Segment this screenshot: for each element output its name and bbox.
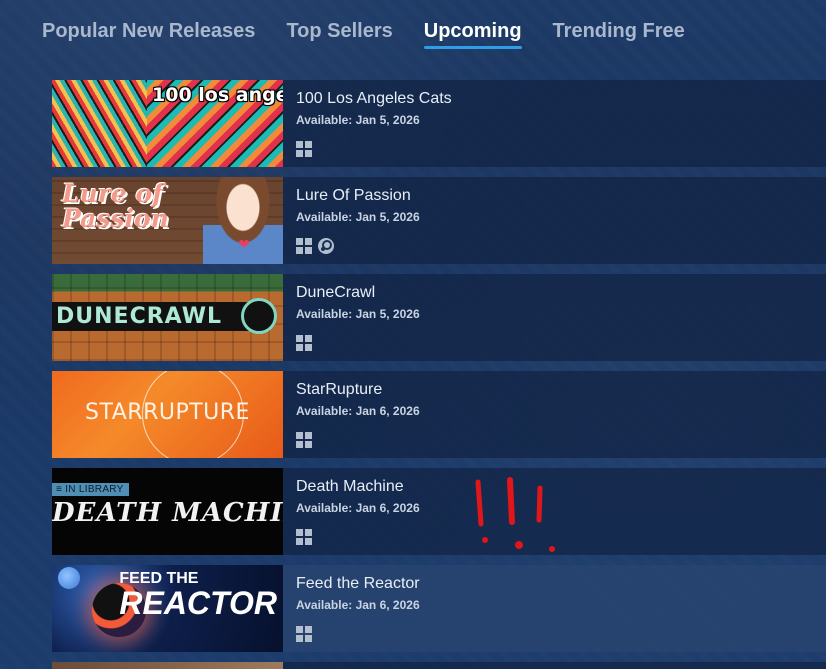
release-date: Available: Jan 5, 2026 xyxy=(296,210,420,224)
game-row-feed-the-reactor[interactable]: FEED THE REACTOR Feed the Reactor Availa… xyxy=(52,565,826,652)
game-capsule-image[interactable]: ≡ IN LIBRARY DEATH MACHINE xyxy=(52,468,283,555)
steam-icon xyxy=(318,238,334,254)
capsule-logo-text: DEATH MACHINE xyxy=(52,498,283,528)
game-capsule-image[interactable]: STARRUPTURE xyxy=(52,371,283,458)
game-info: Death Machine Available: Jan 6, 2026 xyxy=(283,468,433,555)
windows-icon xyxy=(296,626,312,642)
game-row-partial[interactable] xyxy=(52,662,826,669)
red-exclamation-annotation xyxy=(475,477,555,552)
capsule-art-creature xyxy=(241,298,277,334)
game-info: 100 Los Angeles Cats Available: Jan 5, 2… xyxy=(283,80,465,167)
game-capsule-image[interactable] xyxy=(52,662,283,669)
game-row-starrupture[interactable]: STARRUPTURE StarRupture Available: Jan 6… xyxy=(52,371,826,458)
platform-icons xyxy=(296,432,420,448)
capsule-logo-text: 100 los angeles cats xyxy=(152,84,283,106)
game-info: StarRupture Available: Jan 6, 2026 xyxy=(283,371,433,458)
release-date: Available: Jan 6, 2026 xyxy=(296,404,420,418)
game-title[interactable]: Death Machine xyxy=(296,477,420,497)
tab-bar: Popular New Releases Top Sellers Upcomin… xyxy=(42,20,716,49)
capsule-logo-text: Lure of Passion xyxy=(62,179,169,233)
tab-trending-free[interactable]: Trending Free xyxy=(553,20,685,47)
windows-icon xyxy=(296,141,312,157)
capsule-logo-text: FEED THE REACTOR xyxy=(119,571,277,621)
heart-icon: ❤ xyxy=(238,237,250,253)
game-info: DuneCrawl Available: Jan 5, 2026 xyxy=(283,274,433,361)
windows-icon xyxy=(296,335,312,351)
windows-icon xyxy=(296,238,312,254)
platform-icons xyxy=(296,141,452,157)
game-capsule-image[interactable]: 100 los angeles cats xyxy=(52,80,283,167)
capsule-art-planet xyxy=(58,567,80,589)
release-date: Available: Jan 6, 2026 xyxy=(296,598,420,612)
platform-icons xyxy=(296,335,420,351)
game-title[interactable]: Lure Of Passion xyxy=(296,186,420,206)
windows-icon xyxy=(296,529,312,545)
tab-top-sellers[interactable]: Top Sellers xyxy=(286,20,392,47)
game-title[interactable]: StarRupture xyxy=(296,380,420,400)
in-library-label: IN LIBRARY xyxy=(65,484,124,495)
windows-icon xyxy=(296,432,312,448)
game-title[interactable]: Feed the Reactor xyxy=(296,574,420,594)
game-info: Lure Of Passion Available: Jan 5, 2026 xyxy=(283,177,433,264)
platform-icons xyxy=(296,238,420,254)
capsule-logo-text: DUNECRAWL xyxy=(52,302,270,331)
release-date: Available: Jan 5, 2026 xyxy=(296,113,420,127)
game-title[interactable]: DuneCrawl xyxy=(296,283,420,303)
tab-upcoming[interactable]: Upcoming xyxy=(423,20,522,49)
platform-icons xyxy=(296,529,420,545)
game-capsule-image[interactable]: ❤ Lure of Passion xyxy=(52,177,283,264)
game-title[interactable]: 100 Los Angeles Cats xyxy=(296,89,452,109)
game-row-100-los-angeles-cats[interactable]: 100 los angeles cats 100 Los Angeles Cat… xyxy=(52,80,826,167)
game-info: Feed the Reactor Available: Jan 6, 2026 xyxy=(283,565,433,652)
release-date: Available: Jan 5, 2026 xyxy=(296,307,420,321)
release-date: Available: Jan 6, 2026 xyxy=(296,501,420,515)
capsule-logo-text: STARRUPTURE xyxy=(85,400,250,425)
game-row-dunecrawl[interactable]: DUNECRAWL DuneCrawl Available: Jan 5, 20… xyxy=(52,274,826,361)
game-list: 100 los angeles cats 100 Los Angeles Cat… xyxy=(52,80,826,662)
game-row-death-machine[interactable]: ≡ IN LIBRARY DEATH MACHINE Death Machine… xyxy=(52,468,826,555)
in-library-badge: ≡ IN LIBRARY xyxy=(52,483,129,496)
game-row-lure-of-passion[interactable]: ❤ Lure of Passion Lure Of Passion Availa… xyxy=(52,177,826,264)
game-capsule-image[interactable]: DUNECRAWL xyxy=(52,274,283,361)
capsule-logo-big: REACTOR xyxy=(119,585,277,621)
game-capsule-image[interactable]: FEED THE REACTOR xyxy=(52,565,283,652)
tab-popular-new-releases[interactable]: Popular New Releases xyxy=(42,20,255,47)
platform-icons xyxy=(296,626,420,642)
capsule-art-face xyxy=(52,80,147,167)
